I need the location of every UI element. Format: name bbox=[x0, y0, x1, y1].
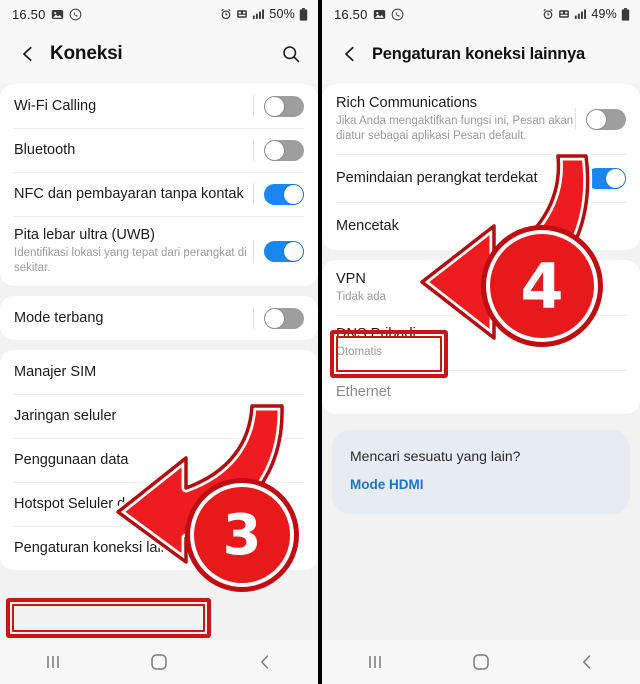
hint-card: Mencari sesuatu yang lain? Mode HDMI bbox=[332, 430, 630, 515]
item-title: Wi-Fi Calling bbox=[14, 97, 97, 114]
left-phone-screen: 16.50 50% Koneksi Wi-Fi Calling Bluetoot… bbox=[0, 0, 318, 684]
settings-group-1: Rich Communications Jika Anda mengaktifk… bbox=[322, 84, 640, 250]
step-badge-4: 4 bbox=[490, 234, 594, 338]
toggle-knob bbox=[265, 96, 284, 116]
toggle-rich-communications[interactable] bbox=[586, 108, 626, 130]
step-badge-3: 3 bbox=[194, 487, 290, 583]
alarm-icon bbox=[542, 8, 554, 20]
whatsapp-icon bbox=[391, 8, 404, 21]
divider bbox=[253, 240, 254, 262]
toggle-nfc[interactable] bbox=[264, 183, 304, 205]
screenshot-stage: 16.50 50% Koneksi Wi-Fi Calling Bluetoot… bbox=[0, 0, 640, 684]
list-item[interactable]: Jaringan seluler bbox=[0, 394, 318, 438]
divider bbox=[253, 95, 254, 117]
back-nav-icon[interactable] bbox=[242, 647, 288, 677]
alarm-icon bbox=[220, 8, 232, 20]
list-item[interactable]: Rich Communications Jika Anda mengaktifk… bbox=[322, 84, 640, 154]
toggle-nearby-device-scanning[interactable] bbox=[586, 167, 626, 189]
hint-question: Mencari sesuatu yang lain? bbox=[350, 448, 521, 465]
page-title: Pengaturan koneksi lainnya bbox=[372, 44, 586, 63]
item-title: NFC dan pembayaran tanpa kontak bbox=[14, 185, 244, 202]
left-status-bar: 16.50 50% bbox=[0, 0, 318, 28]
back-nav-icon[interactable] bbox=[564, 647, 610, 677]
item-title: Mode terbang bbox=[14, 309, 104, 326]
right-nav-bar bbox=[322, 640, 640, 684]
signal-icon bbox=[574, 8, 587, 20]
status-right-cluster: 50% bbox=[220, 7, 308, 21]
item-title: Rich Communications bbox=[336, 95, 478, 111]
toggle-knob bbox=[265, 140, 284, 160]
back-arrow-icon[interactable] bbox=[336, 40, 364, 68]
list-item[interactable]: Manajer SIM bbox=[0, 350, 318, 394]
recents-icon[interactable] bbox=[30, 647, 76, 677]
list-item[interactable]: Pita lebar ultra (UWB) Identifikasi loka… bbox=[0, 216, 318, 286]
divider bbox=[253, 183, 254, 205]
item-title: Manajer SIM bbox=[14, 363, 97, 380]
list-item[interactable]: Penggunaan data bbox=[0, 438, 318, 482]
status-right-cluster: 49% bbox=[542, 7, 630, 21]
item-title: Ethernet bbox=[336, 384, 391, 401]
dnd-icon bbox=[236, 8, 248, 20]
right-app-bar: Pengaturan koneksi lainnya bbox=[322, 28, 640, 80]
back-arrow-icon[interactable] bbox=[14, 40, 42, 68]
hint-link-mode-hdmi[interactable]: Mode HDMI bbox=[350, 477, 424, 492]
divider bbox=[253, 307, 254, 329]
page-title: Koneksi bbox=[50, 43, 123, 64]
divider bbox=[253, 139, 254, 161]
toggle-knob bbox=[284, 184, 303, 204]
settings-group-1: Wi-Fi Calling Bluetooth NFC dan pembayar… bbox=[0, 84, 318, 286]
step-number: 3 bbox=[222, 502, 262, 568]
search-icon[interactable] bbox=[276, 39, 306, 69]
item-title: Penggunaan data bbox=[14, 451, 129, 468]
toggle-knob bbox=[587, 109, 606, 129]
settings-group-2: Mode terbang bbox=[0, 296, 318, 340]
battery-percent: 49% bbox=[591, 7, 617, 21]
list-item[interactable]: Bluetooth bbox=[0, 128, 318, 172]
dnd-icon bbox=[558, 8, 570, 20]
item-title: Pemindaian perangkat terdekat bbox=[336, 169, 538, 186]
left-app-bar: Koneksi bbox=[0, 28, 318, 80]
photo-icon bbox=[373, 8, 386, 21]
item-title: Jaringan seluler bbox=[14, 407, 117, 424]
toggle-bluetooth[interactable] bbox=[264, 139, 304, 161]
item-subtitle: Jika Anda mengaktifkan fungsi ini, Pesan… bbox=[336, 115, 574, 143]
list-item[interactable]: Pemindaian perangkat terdekat bbox=[322, 154, 640, 202]
home-icon[interactable] bbox=[136, 647, 182, 677]
battery-percent: 50% bbox=[269, 7, 295, 21]
highlight-dns-pribadi bbox=[330, 330, 448, 378]
item-title: Bluetooth bbox=[14, 141, 76, 158]
status-time: 16.50 bbox=[12, 6, 46, 22]
list-item[interactable]: Mencetak bbox=[322, 202, 640, 250]
toggle-knob bbox=[284, 241, 303, 261]
status-time: 16.50 bbox=[334, 6, 368, 22]
divider bbox=[575, 167, 576, 189]
right-status-bar: 16.50 49% bbox=[322, 0, 640, 28]
status-left-cluster: 16.50 bbox=[334, 7, 404, 22]
home-icon[interactable] bbox=[458, 647, 504, 677]
battery-icon bbox=[299, 7, 308, 21]
toggle-knob bbox=[606, 168, 625, 188]
recents-icon[interactable] bbox=[352, 647, 398, 677]
right-phone-screen: 16.50 49% Pengaturan koneksi lainnya Ric… bbox=[322, 0, 640, 684]
left-nav-bar bbox=[0, 640, 318, 684]
list-item[interactable]: Mode terbang bbox=[0, 296, 318, 340]
signal-icon bbox=[252, 8, 265, 20]
highlight-pengaturan-koneksi-lainnya bbox=[6, 598, 211, 638]
list-item[interactable]: Wi-Fi Calling bbox=[0, 84, 318, 128]
item-subtitle: Identifikasi lokasi yang tepat dari pera… bbox=[14, 247, 247, 275]
list-item[interactable]: NFC dan pembayaran tanpa kontak bbox=[0, 172, 318, 216]
item-title: Mencetak bbox=[336, 217, 399, 234]
toggle-uwb[interactable] bbox=[264, 240, 304, 262]
toggle-wifi-calling[interactable] bbox=[264, 95, 304, 117]
toggle-airplane-mode[interactable] bbox=[264, 307, 304, 329]
status-left-cluster: 16.50 bbox=[12, 7, 82, 22]
whatsapp-icon bbox=[69, 8, 82, 21]
divider bbox=[575, 108, 576, 130]
photo-icon bbox=[51, 8, 64, 21]
item-title: Pita lebar ultra (UWB) bbox=[14, 227, 156, 243]
step-number: 4 bbox=[520, 249, 564, 323]
battery-icon bbox=[621, 7, 630, 21]
toggle-knob bbox=[265, 308, 284, 328]
